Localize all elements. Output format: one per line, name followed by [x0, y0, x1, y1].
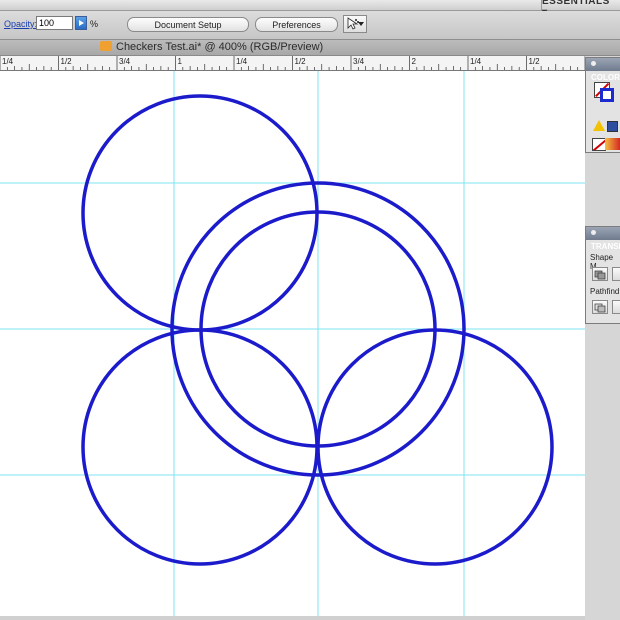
- ruler-label: 3/4: [119, 57, 131, 66]
- canvas-bottom-edge: [0, 616, 585, 620]
- ai-file-icon: [100, 41, 112, 51]
- pathfinders-label: Pathfind: [590, 287, 620, 296]
- ruler-label: 1/4: [470, 57, 482, 66]
- divide-icon: [594, 303, 606, 313]
- divide-button[interactable]: [592, 300, 608, 314]
- web-safe-color-swatch[interactable]: [607, 121, 618, 132]
- ruler-label: 1/4: [236, 57, 248, 66]
- workspace-switcher[interactable]: ESSENTIALS ▾: [541, 0, 620, 18]
- chevron-down-icon: [358, 22, 364, 26]
- transform-panel: TRANSF Shape M Pathfind: [585, 226, 620, 324]
- unite-button[interactable]: [592, 267, 608, 281]
- stroke-swatch[interactable]: [600, 88, 614, 102]
- circle-bottom-left[interactable]: [81, 328, 319, 566]
- application-bar: ESSENTIALS ▾: [0, 0, 620, 18]
- opacity-input[interactable]: [36, 16, 73, 30]
- control-bar: Opacity: % Document Setup Preferences: [0, 11, 620, 40]
- close-icon[interactable]: [591, 61, 596, 66]
- opacity-percent: %: [90, 19, 99, 29]
- none-swatch[interactable]: [592, 138, 606, 151]
- transform-panel-title: TRANSF: [591, 242, 620, 251]
- document-setup-button[interactable]: Document Setup: [127, 17, 249, 32]
- minus-front-button[interactable]: [612, 267, 620, 281]
- ruler-label: 1/4: [2, 57, 14, 66]
- preferences-button[interactable]: Preferences: [255, 17, 338, 32]
- ruler-label: 2: [412, 57, 417, 66]
- ruler-ticks: 1/4 1/2 3/4 1 1/4 1/2 3/4 2 1/4 1/2: [0, 56, 585, 70]
- artboard-canvas[interactable]: [0, 71, 585, 616]
- ruler-label: 1/2: [529, 57, 541, 66]
- close-icon[interactable]: [591, 230, 596, 235]
- document-tab[interactable]: Checkers Test.ai* @ 400% (RGB/Preview): [100, 41, 323, 53]
- artwork: [0, 71, 585, 616]
- guides: [0, 71, 585, 616]
- out-of-gamut-warning-icon[interactable]: [593, 120, 605, 131]
- color-panel: COLOR: [585, 57, 620, 153]
- transform-panel-header[interactable]: TRANSF: [586, 227, 620, 251]
- selection-tool-button[interactable]: [343, 15, 367, 33]
- ruler-label: 3/4: [353, 57, 365, 66]
- document-tab-bar: Checkers Test.ai* @ 400% (RGB/Preview): [0, 40, 620, 56]
- horizontal-ruler[interactable]: 1/4 1/2 3/4 1 1/4 1/2 3/4 2 1/4 1/2: [0, 56, 585, 71]
- opacity-label[interactable]: Opacity:: [4, 19, 37, 29]
- unite-icon: [594, 270, 606, 280]
- ruler-label: 1/2: [295, 57, 307, 66]
- circle-top-left[interactable]: [81, 94, 319, 332]
- document-tab-title: Checkers Test.ai* @ 400% (RGB/Preview): [116, 41, 324, 53]
- color-spectrum-bar[interactable]: [605, 138, 620, 150]
- ruler-label: 1: [178, 57, 183, 66]
- trim-button[interactable]: [612, 300, 620, 314]
- color-panel-header[interactable]: COLOR: [586, 58, 620, 82]
- circle-bottom-right[interactable]: [316, 328, 554, 566]
- ruler-label: 1/2: [61, 57, 73, 66]
- color-panel-title: COLOR: [591, 73, 620, 82]
- opacity-slider-arrow-icon[interactable]: [75, 16, 87, 30]
